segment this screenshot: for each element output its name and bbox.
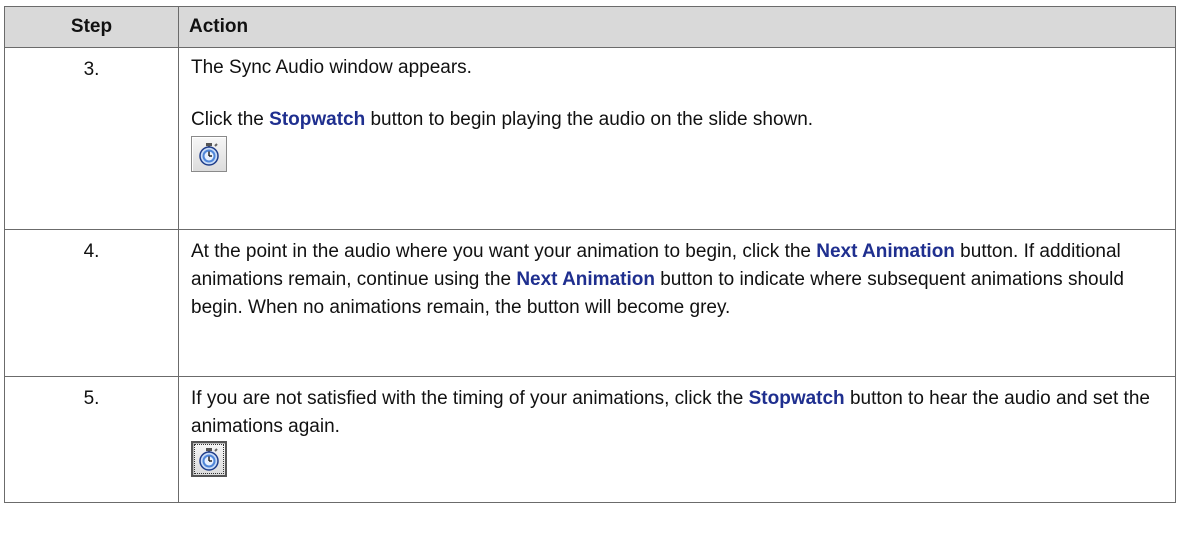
- keyword-next-animation: Next Animation: [516, 269, 655, 290]
- table-row: 4. At the point in the audio where you w…: [4, 229, 1176, 377]
- text-segment: At the point in the audio where you want…: [191, 241, 817, 262]
- action-line: Click the Stopwatch button to begin play…: [191, 106, 1163, 134]
- table-row: 3. The Sync Audio window appears. Click …: [4, 47, 1176, 230]
- keyword-stopwatch: Stopwatch: [269, 109, 366, 130]
- step-number: 4.: [4, 229, 179, 377]
- text-segment: If you are not satisfied with the timing…: [191, 388, 749, 409]
- focus-ring: [194, 444, 224, 474]
- keyword-next-animation: Next Animation: [816, 241, 955, 262]
- keyword-stopwatch: Stopwatch: [748, 388, 845, 409]
- text-segment: Click the: [191, 109, 270, 130]
- action-text: The Sync Audio window appears. Click the…: [178, 47, 1176, 230]
- action-text: At the point in the audio where you want…: [178, 229, 1176, 377]
- action-line: The Sync Audio window appears.: [191, 57, 472, 78]
- text-segment: button to begin playing the audio on the…: [365, 109, 814, 130]
- step-number: 5.: [4, 376, 179, 503]
- action-text: If you are not satisfied with the timing…: [178, 376, 1176, 503]
- table-row: 5. If you are not satisfied with the tim…: [4, 376, 1176, 503]
- stopwatch-button[interactable]: [191, 136, 227, 172]
- action-column-header: Action: [178, 6, 1176, 48]
- table-header-row: Step Action: [4, 6, 1176, 48]
- step-number: 3.: [4, 47, 179, 230]
- stopwatch-icon: [199, 448, 219, 471]
- step-column-header: Step: [4, 6, 179, 48]
- stopwatch-button-pressed[interactable]: [191, 441, 227, 477]
- stopwatch-icon: [199, 143, 219, 166]
- action-line: If you are not satisfied with the timing…: [191, 385, 1163, 441]
- instruction-table: Step Action 3. The Sync Audio window app…: [4, 6, 1176, 503]
